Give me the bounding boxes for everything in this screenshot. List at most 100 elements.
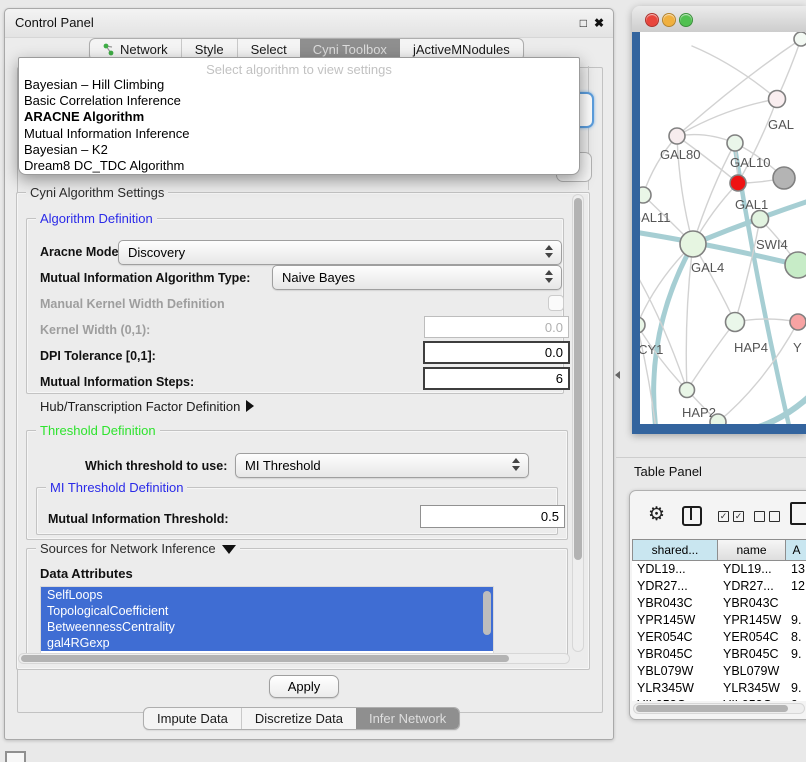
collapsed-panel-icon[interactable] <box>5 751 26 762</box>
table-row[interactable]: YIL052CYIL052C9. <box>632 697 806 701</box>
data-attributes-list[interactable]: SelfLoopsTopologicalCoefficientBetweenne… <box>40 586 494 654</box>
settings-vscrollbar-thumb[interactable] <box>574 198 582 560</box>
table-row[interactable]: YDL19...YDL19...13 <box>632 561 806 578</box>
sources-expander[interactable]: Sources for Network Inference <box>36 541 240 556</box>
list-scrollbar-thumb[interactable] <box>483 591 491 635</box>
network-node-salmon-node[interactable] <box>790 314 806 330</box>
network-node-gray-node[interactable] <box>773 167 795 189</box>
table-hscrollbar-thumb[interactable] <box>636 705 788 712</box>
new-table-icon[interactable] <box>790 502 806 525</box>
mi-algorithm-type-select[interactable]: Naive Bayes <box>272 265 562 290</box>
table-row[interactable]: YER054CYER054C8. <box>632 629 806 646</box>
combo-arrows-icon <box>545 245 553 260</box>
network-node-bottom-partial[interactable] <box>710 414 726 424</box>
dpi-tolerance-input[interactable]: 0.0 <box>423 341 570 364</box>
network-node-top-partial[interactable] <box>794 32 806 46</box>
table-cell: YER054C <box>718 629 786 646</box>
network-node-gal11[interactable] <box>640 187 651 203</box>
unchecked-checkboxes-icon[interactable] <box>754 511 780 522</box>
table-row[interactable]: YLR345WYLR345W9. <box>632 680 806 697</box>
close-panel-icon[interactable]: ✖ <box>594 16 604 30</box>
network-edge[interactable] <box>748 394 806 424</box>
table-cell: YBR043C <box>632 595 718 612</box>
which-threshold-select[interactable]: MI Threshold <box>235 453 529 478</box>
table-cell: YBR043C <box>718 595 786 612</box>
network-canvas[interactable]: GALGAL80GAL10GAL1GAL11SWI4GAL4GCY1HAP4YH… <box>640 32 806 424</box>
table-cell: YBR045C <box>718 646 786 663</box>
float-panel-icon[interactable]: □ <box>580 16 587 30</box>
hub-definition-label: Hub/Transcription Factor Definition <box>40 399 240 414</box>
checkbox-unchecked-icon <box>754 511 765 522</box>
network-edge[interactable] <box>643 136 677 195</box>
attribute-list-item[interactable]: SelfLoops <box>41 587 493 603</box>
network-node-gal4[interactable] <box>680 231 706 257</box>
table-rows: YDL19...YDL19...13YDR27...YDR27...12YBR0… <box>632 561 806 701</box>
column-header-name[interactable]: name <box>718 539 786 561</box>
settings-hscrollbar-thumb[interactable] <box>21 655 509 662</box>
table-cell: 9. <box>786 612 806 629</box>
network-edge[interactable] <box>687 322 735 390</box>
algorithm-option[interactable]: ARACNE Algorithm <box>19 109 579 125</box>
network-node-hap2[interactable] <box>680 383 695 398</box>
attribute-list-item[interactable]: BetweennessCentrality <box>41 619 493 635</box>
threshold-definition-title: Threshold Definition <box>36 423 160 438</box>
settings-hscrollbar[interactable] <box>18 653 570 664</box>
table-hscrollbar[interactable] <box>633 703 805 714</box>
settings-vscrollbar[interactable] <box>572 194 584 652</box>
mi-steps-input[interactable]: 6 <box>423 367 570 390</box>
table-cell: 13 <box>786 561 806 578</box>
algorithm-option[interactable]: Bayesian – Hill Climbing <box>19 77 579 93</box>
table-row[interactable]: YBR045CYBR045C9. <box>632 646 806 663</box>
tab-infer-network[interactable]: Infer Network <box>356 708 459 729</box>
tab-label: jActiveMNodules <box>413 42 510 57</box>
network-edge[interactable] <box>677 99 777 136</box>
table-row[interactable]: YDR27...YDR27...12 <box>632 578 806 595</box>
tab-discretize-data[interactable]: Discretize Data <box>241 708 356 729</box>
minimize-window-icon[interactable] <box>662 13 676 27</box>
network-node-gal1[interactable] <box>730 175 746 191</box>
network-node-gal7[interactable] <box>769 91 786 108</box>
algorithm-option[interactable]: Dream8 DC_TDC Algorithm <box>19 158 579 174</box>
apply-button[interactable]: Apply <box>269 675 339 698</box>
kernel-width-input[interactable]: 0.0 <box>424 316 569 338</box>
network-edge[interactable] <box>640 325 687 390</box>
gear-icon[interactable]: ⚙ <box>648 505 665 524</box>
columns-icon[interactable] <box>682 506 702 526</box>
network-node-swi4[interactable] <box>752 211 769 228</box>
column-header-shared-[interactable]: shared... <box>632 539 718 561</box>
attribute-list-item[interactable]: TopologicalCoefficient <box>41 603 493 619</box>
node-label-hap4: HAP4 <box>734 340 768 355</box>
algorithm-option[interactable]: Basic Correlation Inference <box>19 93 579 109</box>
network-node-gcy1[interactable] <box>640 317 645 333</box>
network-node-gal80[interactable] <box>669 128 685 144</box>
hub-definition-expander[interactable]: Hub/Transcription Factor Definition <box>40 399 254 414</box>
network-edge[interactable] <box>738 99 777 183</box>
tab-impute-data[interactable]: Impute Data <box>144 708 241 729</box>
mi-threshold-input[interactable]: 0.5 <box>420 505 565 528</box>
manual-kernel-width-checkbox[interactable] <box>548 295 564 311</box>
algorithm-option[interactable]: Bayesian – K2 <box>19 142 579 158</box>
attribute-list-item[interactable]: gal4RGexp <box>41 635 493 651</box>
splitter-grip-icon[interactable] <box>615 371 620 379</box>
network-node-gal10[interactable] <box>727 135 743 151</box>
tab-label: Cyni Toolbox <box>313 42 387 57</box>
table-row[interactable]: YPR145WYPR145W9. <box>632 612 806 629</box>
network-edge[interactable] <box>692 46 777 99</box>
table-row[interactable]: YBR043CYBR043C <box>632 595 806 612</box>
table-row[interactable]: YBL079WYBL079W <box>632 663 806 680</box>
node-label-gal10: GAL10 <box>730 155 770 170</box>
mi-algorithm-type-label: Mutual Information Algorithm Type: <box>40 271 250 285</box>
network-node-big-green[interactable] <box>785 252 806 278</box>
zoom-window-icon[interactable] <box>679 13 693 27</box>
aracne-mode-select[interactable]: Discovery <box>118 240 562 265</box>
algorithm-option[interactable]: Mutual Information Inference <box>19 126 579 142</box>
close-window-icon[interactable] <box>645 13 659 27</box>
table-cell: 9. <box>786 680 806 697</box>
table-cell: YBL079W <box>632 663 718 680</box>
checked-checkboxes-icon[interactable]: ✓ ✓ <box>718 511 744 522</box>
network-view-window: GALGAL80GAL10GAL1GAL11SWI4GAL4GCY1HAP4YH… <box>632 6 806 434</box>
table-cell: 9. <box>786 646 806 663</box>
network-node-hap4[interactable] <box>726 313 745 332</box>
column-header-A[interactable]: A <box>786 539 806 561</box>
checkbox-checked-icon: ✓ <box>733 511 744 522</box>
